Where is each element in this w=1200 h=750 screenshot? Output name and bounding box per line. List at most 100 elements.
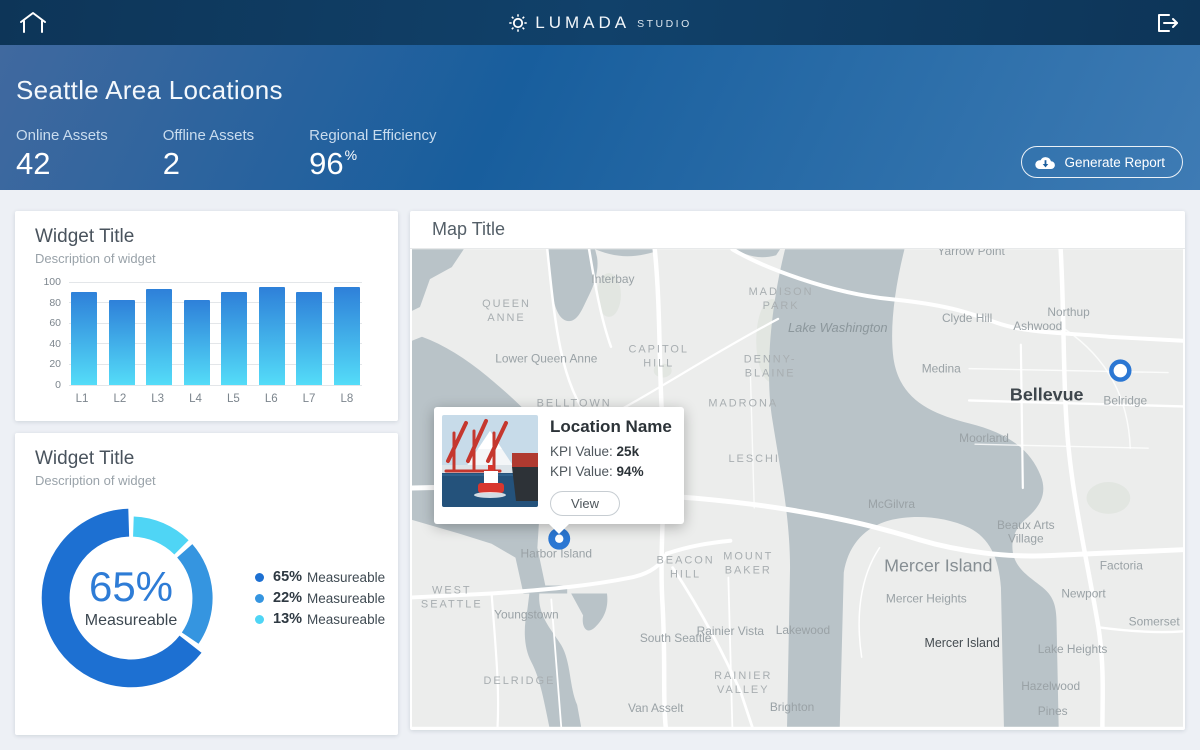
map-label: Lakewood [776,623,830,637]
map-label: MADRONA [708,397,778,409]
legend-item: 13% Measureable [255,611,385,627]
popup-kpi-row: KPI Value: 25k [550,444,676,459]
bar-column [71,282,97,385]
popup-location-name: Location Name [550,417,676,437]
bar-column [259,282,285,385]
map-widget: Map Title [410,211,1185,730]
popup-view-button[interactable]: View [550,491,620,516]
stat-value: 2 [163,146,254,182]
page-title: Seattle Area Locations [16,75,283,106]
map-label: LESCHI [728,453,779,465]
x-tick-label: L3 [145,393,171,405]
map-label: Van Asselt [628,701,684,715]
bar-column [334,282,360,385]
popup-kpi-row: KPI Value: 94% [550,464,676,479]
y-tick-label: 40 [49,338,61,350]
map-label: Mercer Island [925,636,1000,650]
page-header: Seattle Area Locations Online Assets 42 Of… [0,45,1200,190]
generate-report-label: Generate Report [1064,155,1165,170]
widget-title: Widget Title [35,448,378,470]
bar[interactable] [259,287,285,385]
bar[interactable] [334,287,360,385]
map-label: Rainier Vista [697,624,765,638]
donut-center-label: Measureable [85,612,178,630]
map-label: Lower Queen Anne [495,352,597,366]
x-tick-label: L8 [334,393,360,405]
bar[interactable] [221,292,247,385]
y-tick-label: 100 [43,276,61,288]
legend-label: Measureable [307,591,385,606]
map-label: Medina [922,362,961,376]
x-tick-label: L6 [258,393,284,405]
bar[interactable] [109,300,135,385]
bar[interactable] [146,289,172,385]
map-label: Ashwood [1013,319,1062,333]
top-navigation-bar: LUMADA STUDIO [0,0,1200,45]
legend-dot [255,594,264,603]
map-label: Brighton [770,700,814,714]
map-label: Northup [1047,305,1090,319]
legend-value: 65% [273,569,302,585]
bar[interactable] [71,292,97,385]
map-label: Belridge [1103,393,1147,407]
bar-column [146,282,172,385]
stat-value: 96% [309,146,436,182]
bar-column [296,282,322,385]
y-tick-label: 60 [49,317,61,329]
y-tick-label: 20 [49,358,61,370]
stat-label: Online Assets [16,127,108,144]
map-label: Factoria [1100,559,1143,573]
x-tick-label: L5 [220,393,246,405]
x-tick-label: L4 [183,393,209,405]
map-label: RAINIERVALLEY [714,670,772,696]
legend-value: 13% [273,611,302,627]
donut-center-value: 65% [89,566,173,608]
bar-chart-bars [71,282,360,385]
bar-chart: 100806040200 [37,282,362,385]
stat: Offline Assets 2 [163,127,254,182]
map-label: Lake Heights [1038,642,1108,656]
map-label: Newport [1061,586,1106,600]
donut-legend: 65%Measureable22%Measureable13%Measureab… [255,564,385,632]
widget-description: Description of widget [35,473,378,488]
bar[interactable] [296,292,322,385]
bar-chart-plot [69,282,362,385]
bar-chart-widget: Widget Title Description of widget 10080… [15,211,398,421]
map-label: Youngstown [494,607,559,621]
map-label: Bellevue [1010,384,1084,404]
map-label: McGilvra [868,497,915,511]
stat-label: Regional Efficiency [309,127,436,144]
legend-item: 65%Measureable [255,569,385,585]
map-title: Map Title [432,219,505,240]
stats-row: Online Assets 42 Offline Assets 2 Regional E… [16,127,436,182]
map-label: Mercer Heights [886,591,967,605]
stat: Online Assets 42 [16,127,108,182]
widget-title: Widget Title [35,226,378,248]
legend-label: Measureable [307,612,385,627]
logout-icon[interactable] [1150,9,1184,37]
bellevue-marker[interactable] [1111,362,1129,380]
y-tick-label: 0 [55,379,61,391]
map-label: Mercer Island [884,556,992,576]
stat-label: Offline Assets [163,127,254,144]
stat-value: 42 [16,146,108,182]
map-label: QUEENANNE [482,298,531,324]
x-tick-label: L2 [107,393,133,405]
donut-center: 65% Measureable [35,502,227,694]
bar[interactable] [184,300,210,385]
legend-dot [255,573,264,582]
legend-item: 22%Measureable [255,590,385,606]
location-popup: Location Name KPI Value: 25k KPI Value: 9… [434,407,684,524]
x-tick-label: L7 [296,393,322,405]
cloud-download-icon [1035,155,1056,170]
popup-kpis: KPI Value: 25k KPI Value: 94% [550,444,676,479]
generate-report-button[interactable]: Generate Report [1021,146,1183,178]
location-photo [442,415,538,507]
map-label: Somerset [1129,614,1181,628]
map-canvas[interactable]: InterbayQUEENANNEMADISONPARKLower Queen … [412,249,1183,727]
x-tick-label: L1 [69,393,95,405]
donut-chart-widget: Widget Title Description of widget 65% M… [15,433,398,735]
y-tick-label: 80 [49,297,61,309]
map-label: Moorland [959,431,1009,445]
donut-chart: 65% Measureable [35,502,227,694]
